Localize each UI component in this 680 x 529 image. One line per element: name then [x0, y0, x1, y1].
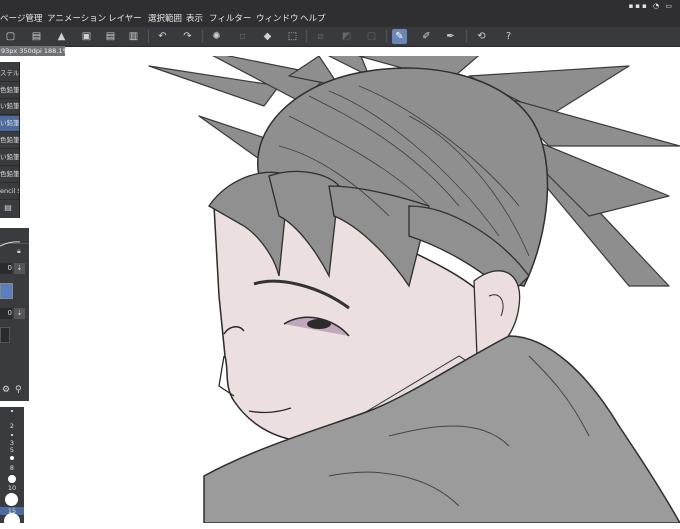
command-bar: ▢ ▤ ▲ ▣ ▤ ▥ ↶ ↷ ✺ ▫ ◆ ⬚ ⧄ ◩ ▢ ✎ ✐ ✒ ⟲ ? — [0, 27, 680, 47]
brush-size-dot[interactable] — [5, 493, 18, 506]
menu-filter[interactable]: フィルター — [209, 12, 251, 24]
sub-tool-menu-icon[interactable]: ▤ — [1, 201, 15, 213]
wifi-icon: ◔ — [653, 2, 662, 10]
menu-help[interactable]: ヘルプ — [300, 12, 326, 24]
stroke-icon — [0, 241, 21, 247]
status-icons: ▪▪▪ ◔ ▭ — [629, 2, 674, 10]
menu-animation[interactable]: アニメーション — [47, 12, 106, 24]
brush-size-label[interactable]: 5 — [0, 446, 24, 454]
redo-icon[interactable]: ↷ — [180, 29, 195, 44]
layer-icon[interactable]: ▤ — [103, 29, 118, 44]
size-value-field[interactable]: 0 — [0, 263, 12, 274]
sub-tool-item[interactable]: い鉛筆 — [0, 99, 19, 115]
open-file-icon[interactable]: ▤ — [29, 29, 44, 44]
brush-size-label[interactable]: 8 — [0, 464, 24, 472]
toolbar-divider — [466, 30, 467, 43]
drawing-canvas[interactable] — [29, 56, 680, 523]
brush-size-dot[interactable] — [11, 410, 13, 412]
toolbar-divider — [148, 30, 149, 43]
signal-icon: ▪▪▪ — [628, 2, 649, 10]
border-icon[interactable]: ▢ — [364, 29, 379, 44]
save-icon[interactable]: ▲ — [54, 29, 69, 44]
brush-size-dot[interactable] — [11, 434, 13, 436]
size-dropdown-icon[interactable]: ⇣ — [14, 263, 25, 274]
export-icon[interactable]: ▣ — [79, 29, 94, 44]
setting-toggle[interactable] — [0, 327, 10, 343]
brush-size-dot[interactable] — [4, 513, 20, 529]
transform-icon[interactable]: ⬚ — [285, 29, 300, 44]
marker-icon[interactable]: ✒ — [443, 29, 458, 44]
layer-settings-icon[interactable]: ▥ — [126, 29, 141, 44]
settings-icon[interactable]: ⚙ — [2, 385, 10, 395]
artwork-illustration — [148, 56, 680, 523]
help-icon[interactable]: ? — [501, 29, 516, 44]
sub-tool-palette: ステル 色鉛筆 い鉛筆 い鉛筆 色鉛筆 い鉛筆 色鉛筆 encil S ▤ — [0, 62, 20, 218]
fill-icon[interactable]: ◆ — [260, 29, 275, 44]
opacity-dropdown-icon[interactable]: ⇣ — [14, 308, 25, 319]
tool-property-palette: 🔒︎ 0 ⇣ 0 ⇣ ⚙ ⚲ — [0, 228, 30, 401]
sub-tool-item[interactable]: 色鉛筆 — [0, 133, 19, 149]
toolbar-divider — [386, 30, 387, 43]
sub-tool-item[interactable]: い鉛筆 — [0, 150, 19, 166]
lock-icon[interactable]: 🔒︎ — [17, 247, 21, 256]
opacity-value-field[interactable]: 0 — [0, 308, 12, 319]
brush-size-palette: 2 3 5 8 10 15 — [0, 407, 24, 529]
search-icon[interactable]: ⚲ — [15, 385, 22, 395]
pen-tool-icon[interactable]: ✎ — [392, 29, 407, 44]
menu-layer[interactable]: レイヤー — [108, 12, 142, 24]
menu-view[interactable]: 表示 — [186, 12, 203, 24]
undo-icon[interactable]: ↶ — [155, 29, 170, 44]
sub-tool-item[interactable]: 色鉛筆 — [0, 83, 19, 99]
brush-stroke-preview — [0, 233, 29, 247]
brush-icon[interactable]: ✐ — [419, 29, 434, 44]
deselect-icon[interactable]: ⧄ — [313, 29, 328, 44]
battery-icon: ▭ — [665, 2, 674, 10]
brush-size-label[interactable]: 10 — [0, 484, 24, 492]
fill-selection-icon[interactable]: ◩ — [339, 29, 354, 44]
color-swatch[interactable] — [0, 283, 13, 299]
menu-window[interactable]: ウィンドウ — [256, 12, 299, 24]
document-tab[interactable]: 93px 350dpi 188.1%) — [0, 46, 65, 56]
rotate-icon[interactable]: ⟲ — [474, 29, 489, 44]
brush-size-label[interactable]: 2 — [0, 422, 24, 430]
sub-tool-item[interactable]: encil S — [0, 184, 19, 200]
sub-tool-item[interactable]: ステル — [0, 66, 19, 82]
brush-size-dot[interactable] — [10, 456, 14, 460]
clear-icon[interactable]: ✺ — [209, 29, 224, 44]
sub-tool-item-selected[interactable]: い鉛筆 — [0, 116, 19, 132]
toolbar-divider — [306, 30, 307, 43]
menu-bar: ページ管理 アニメーション レイヤー 選択範囲 表示 フィルター ウィンドウ ヘ… — [0, 0, 680, 27]
brush-size-dot[interactable] — [8, 475, 16, 483]
menu-selection[interactable]: 選択範囲 — [148, 12, 182, 24]
sub-tool-item[interactable]: 色鉛筆 — [0, 167, 19, 183]
new-file-icon[interactable]: ▢ — [3, 29, 18, 44]
menu-page-management[interactable]: ページ管理 — [0, 12, 42, 24]
copy-icon[interactable]: ▫ — [235, 29, 250, 44]
toolbar-divider — [202, 30, 203, 43]
